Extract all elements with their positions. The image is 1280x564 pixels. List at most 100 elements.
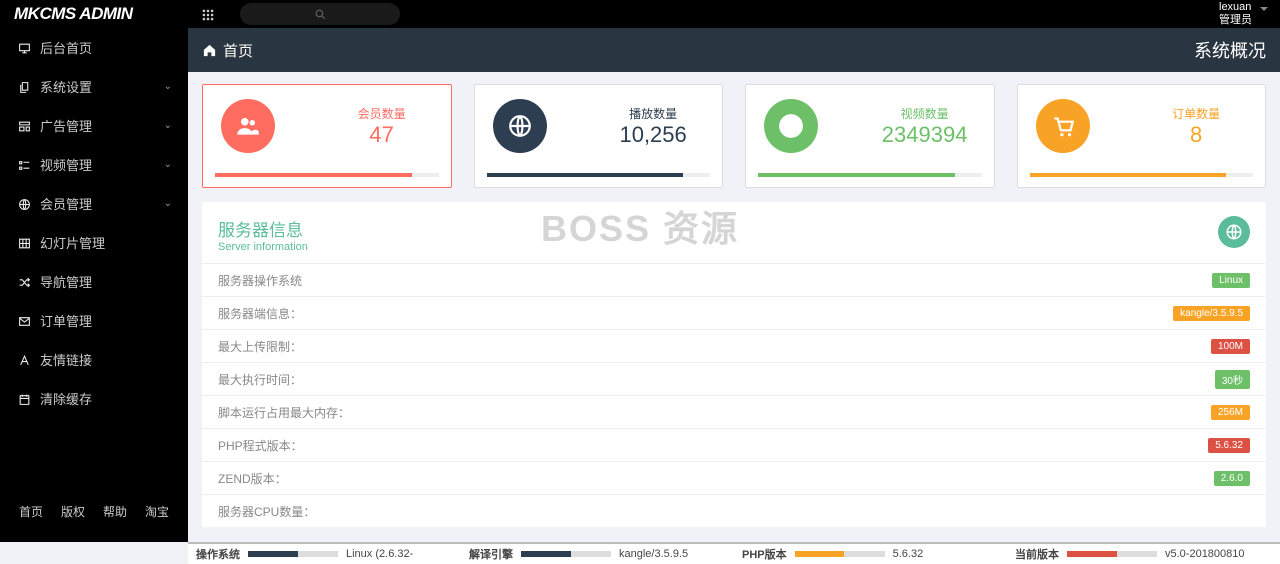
bottom-link[interactable]: 帮助	[103, 503, 127, 520]
row-key: 最大上传限制：	[218, 338, 1211, 355]
sidebar-item-label: 订单管理	[40, 311, 188, 330]
stat-card-orange[interactable]: 订单数量8	[1017, 84, 1267, 188]
server-info-row: 服务器CPU数量：	[202, 494, 1266, 527]
sidebar-item-label: 清除缓存	[40, 389, 188, 408]
mail-icon	[18, 313, 40, 328]
stat-label: 订单数量	[1141, 105, 1251, 122]
footer-col: 当前版本 v5.0-201800810	[1007, 544, 1280, 564]
chevron-down-icon: ⌄	[164, 81, 172, 92]
stat-label: 播放数量	[598, 105, 708, 122]
copy-icon	[18, 79, 40, 94]
sidebar-item-label: 广告管理	[40, 116, 164, 135]
stat-card-blue[interactable]: 播放数量10,256	[474, 84, 724, 188]
server-info-row: 脚本运行占用最大内存：256M	[202, 395, 1266, 428]
users-icon	[221, 99, 275, 153]
footer-label: 操作系统	[196, 546, 240, 562]
row-value-badge: kangle/3.5.9.5	[1173, 306, 1250, 321]
search-input[interactable]	[240, 3, 400, 25]
list-icon	[18, 157, 40, 172]
sidebar-item-2[interactable]: 广告管理⌄	[0, 106, 188, 145]
panel-title-en: Server information	[218, 241, 308, 253]
globe-icon	[1218, 216, 1250, 248]
apps-icon	[201, 8, 215, 22]
layout-icon	[18, 118, 40, 133]
sidebar-item-label: 后台首页	[40, 38, 188, 57]
sidebar-item-6[interactable]: 导航管理	[0, 262, 188, 301]
user-name: lexuan	[1219, 1, 1252, 14]
stat-card-red[interactable]: 会员数量47	[202, 84, 452, 188]
server-info-row: PHP程式版本：5.6.32	[202, 428, 1266, 461]
footer-value: v5.0-201800810	[1165, 548, 1245, 560]
stats-row: 会员数量47播放数量10,256视频数量2349394订单数量8	[202, 84, 1266, 188]
sidebar-item-label: 会员管理	[40, 194, 164, 213]
row-key: 服务器操作系统	[218, 272, 1212, 289]
footer-label: 当前版本	[1015, 546, 1059, 562]
server-info-row: 服务器端信息：kangle/3.5.9.5	[202, 296, 1266, 329]
globe-icon	[18, 196, 40, 211]
search-icon	[314, 8, 327, 21]
sidebar-item-1[interactable]: 系统设置⌄	[0, 67, 188, 106]
chevron-down-icon: ⌄	[164, 198, 172, 209]
sidebar-item-label: 视频管理	[40, 155, 164, 174]
chevron-down-icon: ⌄	[164, 159, 172, 170]
footer-col: PHP版本 5.6.32	[734, 544, 1007, 564]
cart-icon	[1036, 99, 1090, 153]
row-value-badge: 2.6.0	[1214, 471, 1250, 486]
shuffle-icon	[18, 274, 40, 289]
apps-button[interactable]	[188, 6, 228, 22]
sidebar-item-9[interactable]: 清除缓存	[0, 379, 188, 418]
sidebar-item-3[interactable]: 视频管理⌄	[0, 145, 188, 184]
stat-value: 2349394	[870, 122, 980, 148]
stat-value: 8	[1141, 122, 1251, 148]
sidebar-item-8[interactable]: 友情链接	[0, 340, 188, 379]
stat-value: 10,256	[598, 122, 708, 148]
chevron-down-icon	[1260, 7, 1268, 11]
user-menu[interactable]: lexuan 管理员	[1219, 1, 1280, 27]
footer-value: 5.6.32	[893, 548, 924, 560]
bottom-link[interactable]: 首页	[19, 503, 43, 520]
breadcrumb-text[interactable]: 首页	[223, 40, 253, 61]
server-info-row: 最大执行时间：30秒	[202, 362, 1266, 395]
logo: MKCMS ADMIN	[0, 4, 188, 24]
row-value-badge: 30秒	[1215, 370, 1250, 389]
footer-bar	[795, 551, 885, 557]
footer-status-bar: 操作系统Linux (2.6.32-解译引擎kangle/3.5.9.5PHP版…	[188, 542, 1280, 564]
home-icon[interactable]	[202, 42, 217, 59]
row-key: 服务器CPU数量：	[218, 503, 1250, 520]
server-info-row: ZEND版本：2.6.0	[202, 461, 1266, 494]
stat-value: 47	[327, 122, 437, 148]
sidebar-item-7[interactable]: 订单管理	[0, 301, 188, 340]
footer-label: PHP版本	[742, 546, 787, 562]
footer-bar	[248, 551, 338, 557]
sidebar: 后台首页系统设置⌄广告管理⌄视频管理⌄会员管理⌄幻灯片管理导航管理订单管理友情链…	[0, 28, 188, 542]
grid-icon	[18, 235, 40, 250]
page-title: 系统概况	[1194, 37, 1266, 63]
sidebar-item-0[interactable]: 后台首页	[0, 28, 188, 67]
stat-label: 视频数量	[870, 105, 980, 122]
breadcrumb-bar: 首页 系统概况	[188, 28, 1280, 72]
row-value-badge: 5.6.32	[1208, 438, 1250, 453]
server-info-row: 最大上传限制：100M	[202, 329, 1266, 362]
sidebar-item-label: 幻灯片管理	[40, 233, 188, 252]
sidebar-item-4[interactable]: 会员管理⌄	[0, 184, 188, 223]
main-content: 会员数量47播放数量10,256视频数量2349394订单数量8 服务器信息 S…	[188, 72, 1280, 542]
download-icon	[764, 99, 818, 153]
bottom-link[interactable]: 版权	[61, 503, 85, 520]
sidebar-item-label: 友情链接	[40, 350, 188, 369]
font-icon	[18, 352, 40, 367]
stat-card-green[interactable]: 视频数量2349394	[745, 84, 995, 188]
globe-icon	[493, 99, 547, 153]
stat-label: 会员数量	[327, 105, 437, 122]
sidebar-item-5[interactable]: 幻灯片管理	[0, 223, 188, 262]
monitor-icon	[18, 40, 40, 55]
sidebar-item-label: 系统设置	[40, 77, 164, 96]
row-key: ZEND版本：	[218, 470, 1214, 487]
footer-value: Linux (2.6.32-	[346, 548, 413, 560]
bottom-link[interactable]: 淘宝	[145, 503, 169, 520]
footer-col: 操作系统 Linux (2.6.32-	[188, 544, 461, 564]
row-value-badge: Linux	[1212, 273, 1250, 288]
sidebar-item-label: 导航管理	[40, 272, 188, 291]
row-key: 脚本运行占用最大内存：	[218, 404, 1211, 421]
footer-col: 解译引擎kangle/3.5.9.5	[461, 544, 734, 564]
row-key: PHP程式版本：	[218, 437, 1208, 454]
